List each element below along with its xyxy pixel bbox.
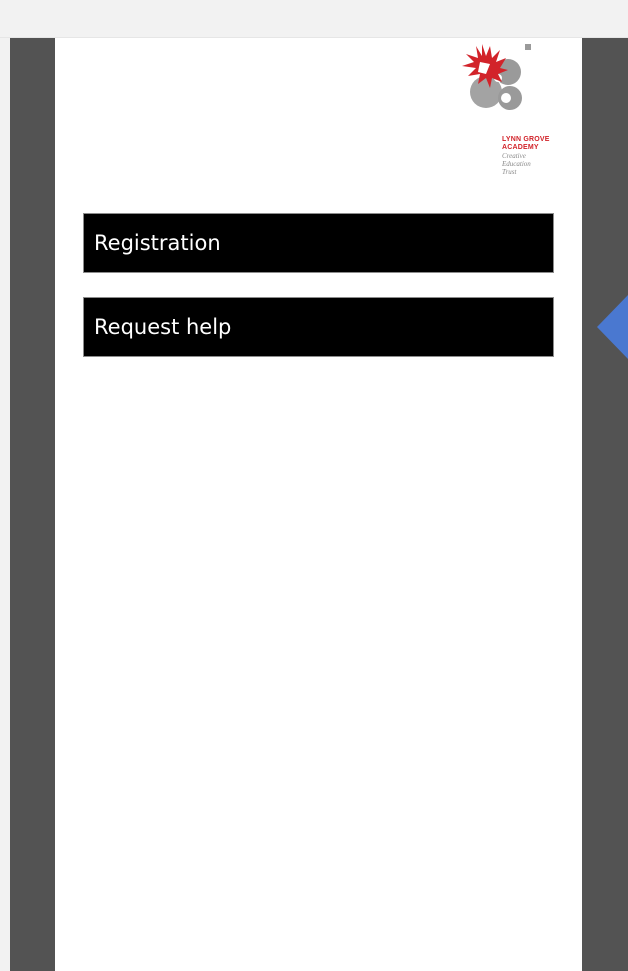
expand-panel-arrow-icon[interactable] bbox=[597, 295, 628, 359]
logo-text-education: Education bbox=[502, 160, 531, 168]
logo-emblem-icon bbox=[462, 44, 531, 110]
request-help-button[interactable]: Request help bbox=[83, 297, 554, 357]
left-side-panel bbox=[10, 38, 55, 971]
logo-text-academy: ACADEMY bbox=[502, 144, 539, 151]
registration-button[interactable]: Registration bbox=[83, 213, 554, 273]
logo-text-lynn-grove: LYNN GROVE bbox=[502, 136, 550, 143]
right-side-panel bbox=[582, 38, 628, 971]
logo-text-trust: Trust bbox=[502, 168, 517, 176]
browser-top-bar bbox=[0, 0, 628, 38]
left-gutter bbox=[0, 38, 10, 971]
logo-text-creative: Creative bbox=[502, 152, 526, 160]
school-logo: LYNN GROVE ACADEMY Creative Education Tr… bbox=[446, 40, 572, 205]
